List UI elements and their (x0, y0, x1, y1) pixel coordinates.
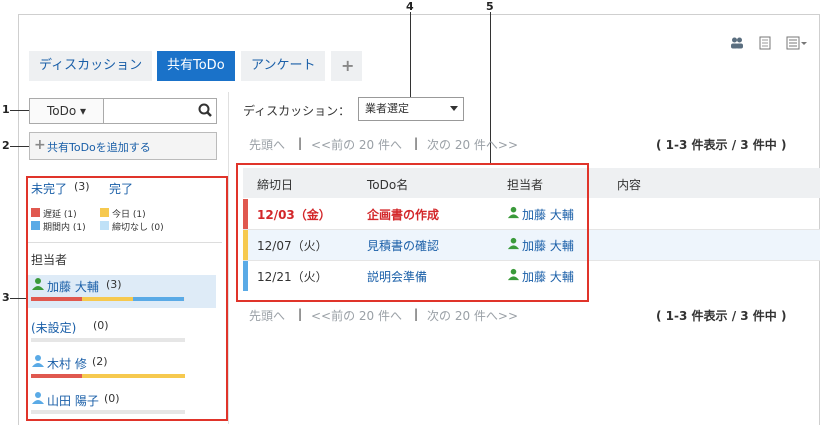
pager-separator: | (298, 307, 303, 321)
assignee-progress-bar (31, 297, 185, 301)
legend-overdue: 遅延 (1) (43, 210, 77, 220)
progress-segment (82, 374, 185, 378)
callout-3: 3 (2, 291, 10, 304)
search-icon[interactable] (198, 103, 212, 120)
users-icon[interactable] (730, 36, 744, 54)
assignee-progress-bar (31, 374, 185, 378)
pager-first[interactable]: 先頭へ (249, 307, 285, 324)
legend-in-period: 期間内 (1) (43, 223, 86, 233)
legend-swatch-in-period (31, 221, 40, 230)
search-input[interactable] (106, 101, 196, 121)
assignee-name[interactable]: (未設定) (31, 319, 76, 336)
callout-2-line (10, 146, 30, 147)
pager-first[interactable]: 先頭へ (249, 136, 285, 153)
assignee-name[interactable]: 加藤 大輔 (47, 278, 99, 295)
search-type-dropdown[interactable]: ToDo ▾ (30, 99, 104, 123)
search-box: ToDo ▾ (29, 98, 217, 124)
assignee-name[interactable]: 木村 修 (47, 355, 87, 372)
assignee-progress-bar (31, 338, 185, 342)
assignee-count: (3) (106, 278, 122, 291)
legend-no-deadline: 締切なし (0) (112, 223, 164, 233)
menu-icon[interactable] (786, 36, 808, 54)
user-icon (31, 277, 45, 294)
callout-2: 2 (2, 139, 10, 152)
legend-swatch-overdue (31, 208, 40, 217)
discussion-select[interactable]: 業者選定 (358, 97, 464, 121)
chevron-down-icon (450, 106, 458, 111)
tab-survey[interactable]: アンケート (241, 51, 326, 81)
discussion-select-value: 業者選定 (365, 102, 409, 115)
pager-separator: | (414, 136, 419, 150)
callout-1: 1 (2, 103, 10, 116)
add-shared-todo-button[interactable]: + 共有ToDoを追加する (29, 132, 217, 160)
add-tab-button[interactable]: + (331, 51, 362, 81)
assignee-count: (2) (92, 355, 108, 368)
incomplete-count: (3) (74, 180, 90, 193)
user-icon (31, 391, 45, 408)
user-icon (31, 354, 45, 371)
tab-shared-todo[interactable]: 共有ToDo (157, 51, 235, 81)
plus-icon: + (34, 137, 46, 153)
assignee-count: (0) (93, 319, 109, 332)
legend-swatch-today (100, 208, 109, 217)
pager-next[interactable]: 次の 20 件へ>> (427, 307, 518, 324)
assignee-count: (0) (104, 392, 120, 405)
progress-segment (31, 297, 82, 301)
legend-swatch-no-deadline (100, 221, 109, 230)
sidebar-divider (28, 242, 222, 243)
assignee-heading: 担当者 (31, 253, 68, 267)
assignee-name[interactable]: 山田 陽子 (47, 392, 99, 409)
pager-separator: | (414, 307, 419, 321)
progress-segment (133, 297, 184, 301)
incomplete-filter[interactable]: 未完了 (31, 180, 67, 197)
complete-filter[interactable]: 完了 (109, 180, 133, 197)
callout-4-line (410, 12, 411, 98)
callout-5-box (236, 163, 589, 302)
add-shared-todo-label: 共有ToDoを追加する (47, 141, 151, 154)
callout-1-line (10, 110, 30, 111)
result-count: ( 1-3 件表示 / 3 件中 ) (656, 138, 787, 152)
pager-next[interactable]: 次の 20 件へ>> (427, 136, 518, 153)
legend-today: 今日 (1) (112, 210, 146, 220)
print-icon[interactable] (759, 36, 771, 54)
pager-separator: | (298, 136, 303, 150)
main-divider (228, 92, 229, 424)
progress-segment (82, 297, 133, 301)
tab-discussion[interactable]: ディスカッション (29, 51, 153, 81)
callout-3-line (10, 298, 26, 299)
pager-prev[interactable]: <<前の 20 件へ (311, 307, 402, 324)
progress-segment (31, 374, 82, 378)
pager-prev[interactable]: <<前の 20 件へ (311, 136, 402, 153)
discussion-filter-label: ディスカッション： (243, 104, 351, 118)
col-content: 内容 (617, 178, 642, 192)
result-count: ( 1-3 件表示 / 3 件中 ) (656, 309, 787, 323)
assignee-progress-bar (31, 410, 185, 414)
